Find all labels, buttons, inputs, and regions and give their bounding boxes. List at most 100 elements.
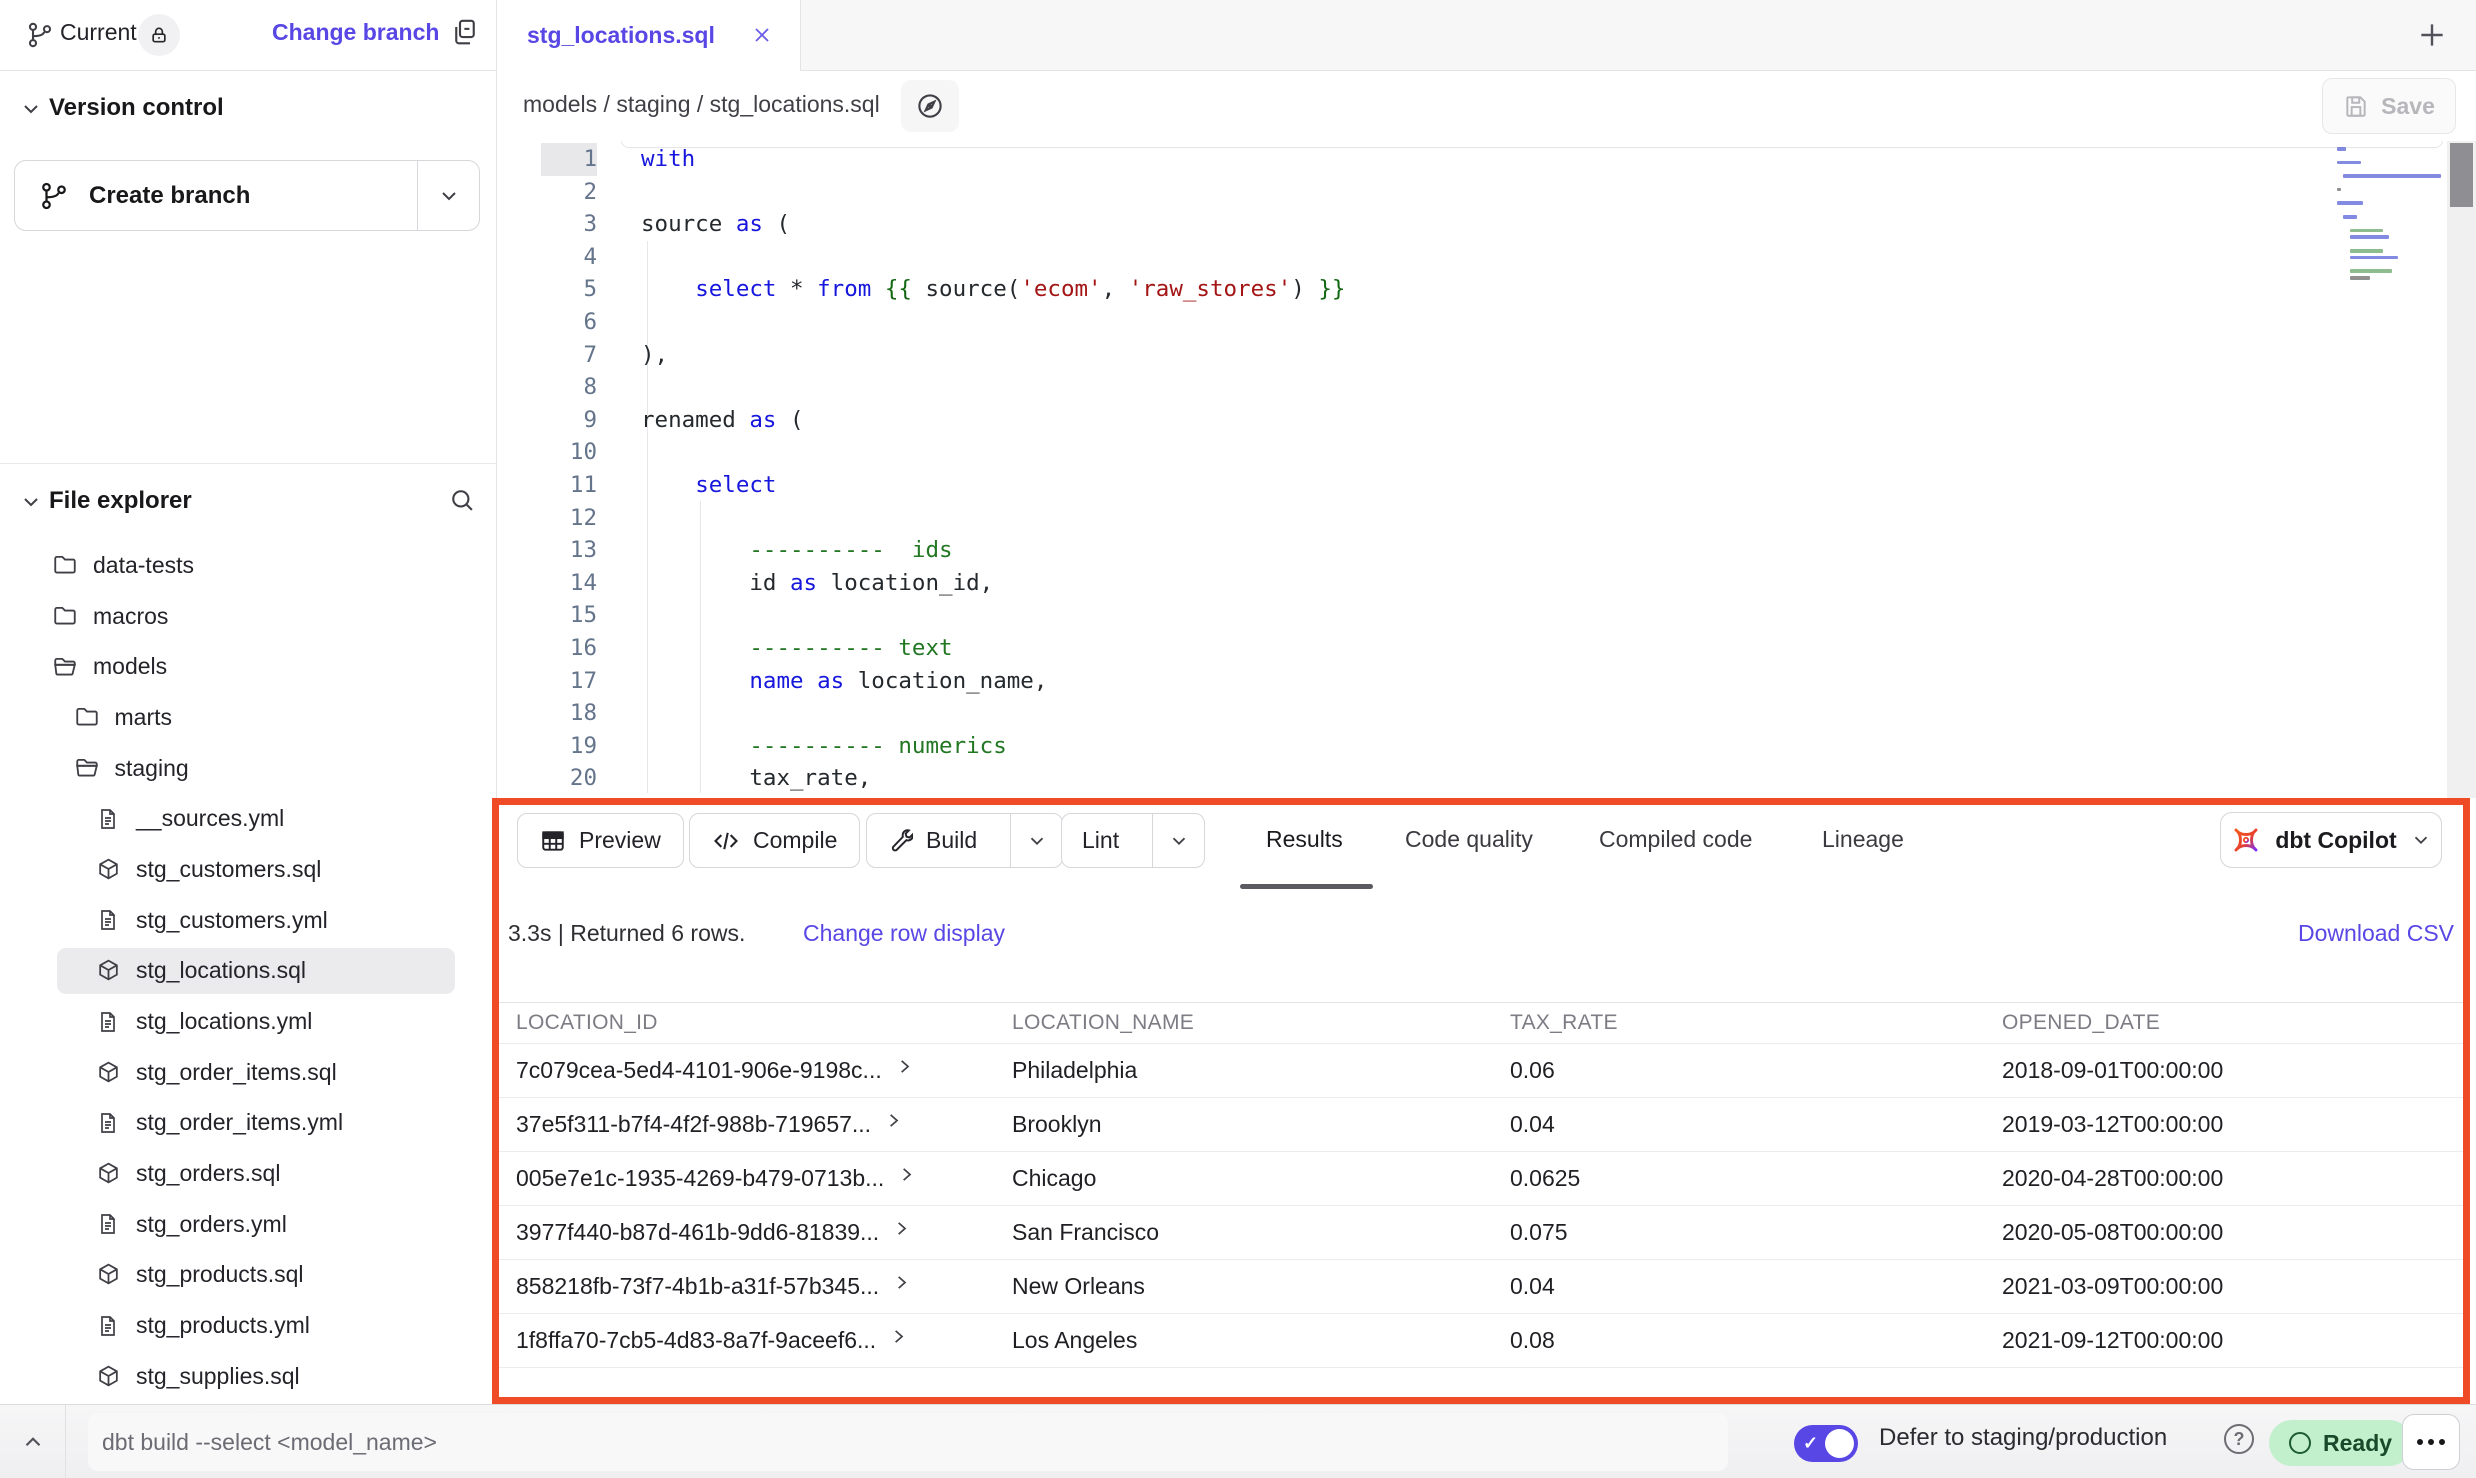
create-branch-dropdown[interactable] <box>417 161 479 230</box>
tab-code-quality[interactable]: Code quality <box>1405 826 1533 853</box>
search-icon[interactable] <box>448 486 476 519</box>
collapse-command-bar-button[interactable] <box>0 1405 66 1478</box>
tab-lineage[interactable]: Lineage <box>1822 826 1904 853</box>
line-number: 5 <box>541 273 597 306</box>
expand-row-icon[interactable] <box>885 1112 902 1129</box>
build-button[interactable]: Build <box>866 813 1063 868</box>
copy-icon[interactable] <box>450 17 480 52</box>
minimap[interactable] <box>2337 147 2441 447</box>
file-item-label: stg_locations.yml <box>136 1008 312 1035</box>
lock-icon <box>149 25 169 45</box>
ready-label: Ready <box>2323 1430 2392 1457</box>
expand-row-icon[interactable] <box>898 1166 915 1183</box>
lint-dropdown[interactable] <box>1152 814 1204 867</box>
model-cube-icon <box>96 1262 121 1287</box>
file-icon <box>96 807 120 831</box>
scrollbar-thumb[interactable] <box>2450 143 2473 207</box>
code-line: 6 <box>497 306 2476 339</box>
code-editor[interactable]: 1with23source as (45 select * from {{ so… <box>497 141 2476 798</box>
wrench-icon <box>887 828 913 854</box>
file-item-stg-locations-yml[interactable]: stg_locations.yml <box>0 996 496 1047</box>
compass-icon <box>915 91 945 121</box>
model-cube-icon <box>96 1364 121 1389</box>
code-line: 16 ---------- text <box>497 632 2476 665</box>
expand-row-icon[interactable] <box>893 1220 910 1237</box>
file-item-label: stg_supplies.sql <box>136 1363 300 1390</box>
tab-stg-locations-sql[interactable]: stg_locations.sql <box>497 0 801 71</box>
file-item-stg-orders-sql[interactable]: stg_orders.sql <box>0 1148 496 1199</box>
version-control-header[interactable]: Version control <box>0 87 496 133</box>
file-item-label: marts <box>115 704 173 731</box>
sidebar: Current Change branch Version control <box>0 0 497 1404</box>
file-item-staging[interactable]: staging <box>0 743 496 794</box>
navigate-compass-button[interactable] <box>901 80 959 132</box>
line-number: 12 <box>541 502 597 535</box>
expand-row-icon[interactable] <box>893 1274 910 1291</box>
column-header[interactable]: LOCATION_NAME <box>1012 1011 1510 1035</box>
file-item-models[interactable]: models <box>0 641 496 692</box>
file-item-marts[interactable]: marts <box>0 692 496 743</box>
defer-toggle[interactable]: ✓ <box>1794 1425 1858 1462</box>
change-row-display-link[interactable]: Change row display <box>803 920 1005 947</box>
file-item-stg-supplies-sql[interactable]: stg_supplies.sql <box>0 1351 496 1402</box>
file-item-stg-customers-sql[interactable]: stg_customers.sql <box>0 844 496 895</box>
file-explorer-header[interactable]: File explorer <box>0 480 496 526</box>
file-item-stg-order-items-sql[interactable]: stg_order_items.sql <box>0 1047 496 1098</box>
table-row[interactable]: 37e5f311-b7f4-4f2f-988b-719657...Brookly… <box>499 1098 2463 1152</box>
file-item-macros[interactable]: macros <box>0 591 496 642</box>
code-line: 13 ---------- ids <box>497 534 2476 567</box>
save-button[interactable]: Save <box>2322 78 2456 134</box>
table-cell: 2020-04-28T00:00:00 <box>2002 1165 2463 1192</box>
file-item-label: data-tests <box>93 552 194 579</box>
build-dropdown[interactable] <box>1010 814 1062 867</box>
dbt-copilot-button[interactable]: dbt Copilot <box>2220 812 2442 868</box>
table-cell: 0.04 <box>1510 1273 2002 1300</box>
file-list: data-tests macrosmodels marts staging__sour… <box>0 540 496 1402</box>
table-row[interactable]: 1f8ffa70-7cb5-4d83-8a7f-9aceef6...Los An… <box>499 1314 2463 1368</box>
file-item-label: stg_order_items.yml <box>136 1109 343 1136</box>
help-icon[interactable]: ? <box>2224 1424 2254 1454</box>
file-item-data-tests[interactable]: data-tests <box>0 540 496 591</box>
file-item-stg-products-yml[interactable]: stg_products.yml <box>0 1300 496 1351</box>
column-header[interactable]: OPENED_DATE <box>2002 1011 2463 1035</box>
compile-button[interactable]: Compile <box>689 813 860 868</box>
file-icon <box>96 1212 120 1236</box>
code-icon <box>712 827 740 855</box>
download-csv-link[interactable]: Download CSV <box>2298 920 2454 947</box>
preview-button[interactable]: Preview <box>517 813 684 868</box>
table-row[interactable]: 3977f440-b87d-461b-9dd6-81839...San Fran… <box>499 1206 2463 1260</box>
line-number: 11 <box>541 469 597 502</box>
file-item-label: stg_products.yml <box>136 1312 310 1339</box>
tab-results[interactable]: Results <box>1266 826 1343 853</box>
table-cell: 2018-09-01T00:00:00 <box>2002 1057 2463 1084</box>
file-item-stg-customers-yml[interactable]: stg_customers.yml <box>0 895 496 946</box>
file-item-stg-order-items-yml[interactable]: stg_order_items.yml <box>0 1098 496 1149</box>
file-icon <box>96 1010 120 1034</box>
table-cell: 0.075 <box>1510 1219 2002 1246</box>
file-item-stg-locations-sql[interactable]: stg_locations.sql <box>0 946 496 997</box>
folder-icon <box>74 704 100 730</box>
file-item-stg-orders-yml[interactable]: stg_orders.yml <box>0 1199 496 1250</box>
table-row[interactable]: 7c079cea-5ed4-4101-906e-9198c...Philadel… <box>499 1044 2463 1098</box>
code-line: 2 <box>497 176 2476 209</box>
table-cell: San Francisco <box>1012 1219 1510 1246</box>
more-options-button[interactable] <box>2402 1414 2460 1470</box>
tab-compiled-code[interactable]: Compiled code <box>1599 826 1752 853</box>
file-item-label: stg_order_items.sql <box>136 1059 337 1086</box>
file-item-stg-products-sql[interactable]: stg_products.sql <box>0 1250 496 1301</box>
column-header[interactable]: TAX_RATE <box>1510 1011 2002 1035</box>
column-header[interactable]: LOCATION_ID <box>516 1011 1012 1035</box>
expand-row-icon[interactable] <box>896 1058 913 1075</box>
table-row[interactable]: 858218fb-73f7-4b1b-a31f-57b345...New Orl… <box>499 1260 2463 1314</box>
file-item--sources-yml[interactable]: __sources.yml <box>0 793 496 844</box>
editor-scrollbar[interactable] <box>2447 141 2476 798</box>
table-row[interactable]: 005e7e1c-1935-4269-b479-0713b...Chicago0… <box>499 1152 2463 1206</box>
new-tab-plus-icon[interactable] <box>2416 19 2448 56</box>
lint-button[interactable]: Lint <box>1061 813 1205 868</box>
close-icon[interactable] <box>750 23 774 52</box>
command-input[interactable]: dbt build --select <model_name> <box>88 1413 1728 1471</box>
create-branch-button[interactable]: Create branch <box>14 160 480 231</box>
line-number: 17 <box>541 665 597 698</box>
expand-row-icon[interactable] <box>890 1328 907 1345</box>
change-branch-link[interactable]: Change branch <box>272 19 439 46</box>
